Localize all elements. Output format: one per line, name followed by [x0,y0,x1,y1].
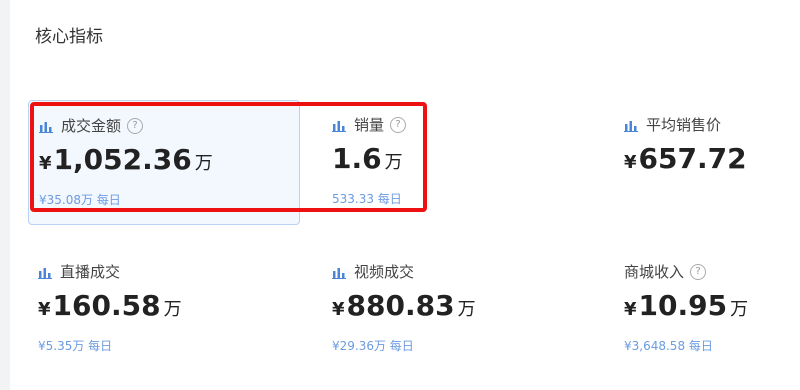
metric-unit: 万 [457,299,476,320]
metric-unit: 万 [384,152,403,173]
metric-label: 平均销售价 [646,116,722,134]
metric-card-video-gmv[interactable]: 视频成交 ¥880.83 万 ¥29.36万 每日 [322,247,594,372]
metric-daily: ¥29.36万 每日 [332,339,414,353]
metric-card-live-gmv[interactable]: 直播成交 ¥160.58 万 ¥5.35万 每日 [28,247,300,372]
metric-label: 直播成交 [60,263,121,281]
panel-title: 核心指标 [35,27,103,47]
bar-chart-icon [332,267,346,279]
metric-value: ¥657.72 [624,142,747,175]
metric-label-row: 成交金额 ? [39,115,144,136]
metric-number: 657.72 [638,142,747,175]
metric-label-row: 销量 ? [332,114,407,135]
metric-label-row: 视频成交 [332,261,414,282]
metric-label-row: 平均销售价 [624,114,721,135]
metric-value: ¥1,052.36 万 [39,143,213,176]
metric-number: 1,052.36 [53,143,192,176]
metric-label: 商城收入 [624,263,685,281]
help-icon[interactable]: ? [690,263,707,280]
metric-card-mall-revenue[interactable]: 商城收入 ? ¥10.95 万 ¥3,648.58 每日 [614,247,794,372]
help-icon[interactable]: ? [390,116,407,133]
metric-value: ¥160.58 万 [38,289,182,322]
metric-label: 成交金额 [61,117,122,135]
metric-number: 10.95 [638,289,728,322]
bar-chart-icon [624,120,638,132]
metric-label: 销量 [354,116,385,134]
currency-symbol: ¥ [624,299,637,320]
metric-label-row: 直播成交 [38,261,120,282]
bar-chart-icon [39,121,53,133]
metric-value: ¥880.83 万 [332,289,476,322]
metric-card-sales-volume[interactable]: 销量 ? 1.6 万 533.33 每日 [322,100,594,225]
metric-unit: 万 [730,299,749,320]
metric-daily: 533.33 每日 [332,192,402,206]
currency-symbol: ¥ [332,299,345,320]
metric-unit: 万 [163,299,182,320]
bar-chart-icon [38,267,52,279]
left-edge-strip [0,0,10,390]
metric-value: 1.6 万 [332,142,403,175]
currency-symbol: ¥ [39,153,52,174]
currency-symbol: ¥ [38,299,51,320]
metric-unit: 万 [194,153,213,174]
currency-symbol: ¥ [624,152,637,173]
metric-number: 880.83 [346,289,455,322]
metric-daily: ¥3,648.58 每日 [624,339,713,353]
metric-card-gmv[interactable]: 成交金额 ? ¥1,052.36 万 ¥35.08万 每日 [28,100,300,225]
bar-chart-icon [332,120,346,132]
metric-card-avg-price[interactable]: 平均销售价 ¥657.72 [614,100,794,225]
metric-daily: ¥35.08万 每日 [39,193,121,207]
core-metrics-panel: 核心指标 成交金额 ? ¥1,052.36 万 ¥35.08万 每日 销量 ? … [10,0,800,390]
metric-number: 1.6 [332,142,382,175]
help-icon[interactable]: ? [127,117,144,134]
metric-label-row: 商城收入 ? [624,261,707,282]
metric-label: 视频成交 [354,263,415,281]
metric-value: ¥10.95 万 [624,289,748,322]
metric-number: 160.58 [52,289,161,322]
metric-daily: ¥5.35万 每日 [38,339,113,353]
